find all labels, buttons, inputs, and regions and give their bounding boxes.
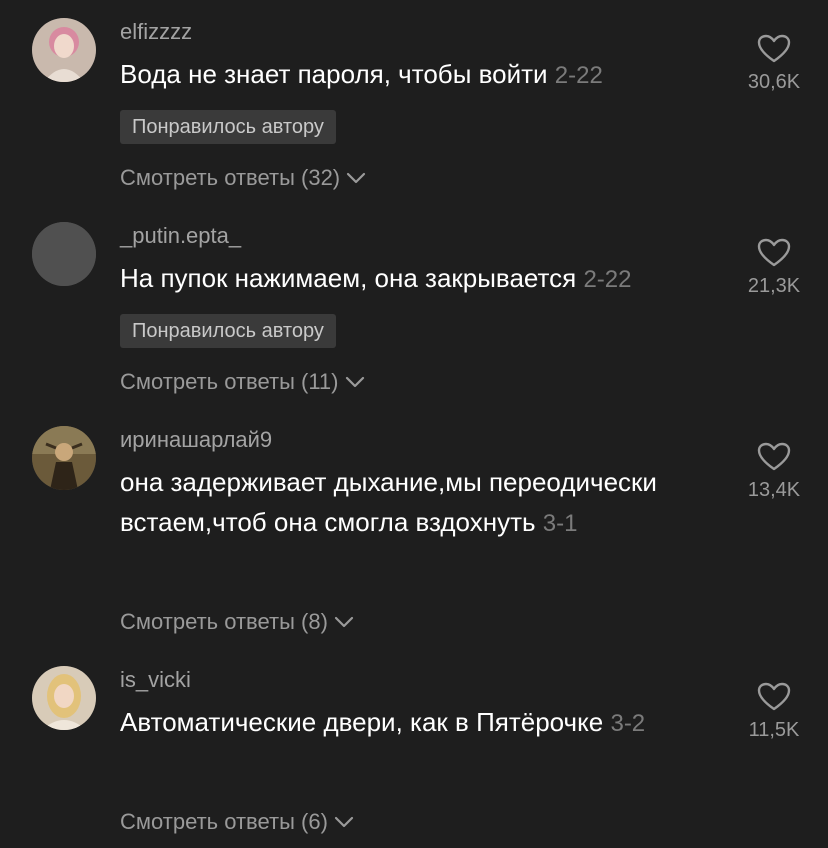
- avatar[interactable]: [32, 426, 96, 490]
- comment-text: Вода не знает пароля, чтобы войти 2-22: [120, 54, 720, 96]
- comment-body: На пупок нажимаем, она закрывается: [120, 263, 577, 293]
- like-button[interactable]: 21,3K: [738, 238, 810, 298]
- like-count: 21,3K: [747, 275, 801, 297]
- username[interactable]: is_vicki: [120, 666, 191, 694]
- heart-outline-icon: [738, 238, 810, 268]
- like-count: 11,5K: [748, 719, 800, 741]
- username[interactable]: elfizzzz: [120, 18, 192, 46]
- comment-text: она задерживает дыхание,мы переодически …: [120, 462, 680, 544]
- username[interactable]: иринашарлай9: [120, 426, 272, 454]
- avatar[interactable]: [32, 18, 96, 82]
- avatar[interactable]: [32, 222, 96, 286]
- chevron-down-icon: [346, 171, 366, 185]
- chevron-down-icon: [345, 375, 365, 389]
- comment-body: Автоматические двери, как в Пятёрочке: [120, 707, 604, 737]
- avatar[interactable]: [32, 666, 96, 730]
- chevron-down-icon: [334, 815, 354, 829]
- comment-date: 2-22: [583, 266, 632, 293]
- comment-date: 2-22: [554, 62, 603, 89]
- avatar-photo-icon: [32, 18, 96, 82]
- chevron-down-icon: [334, 615, 354, 629]
- heart-outline-icon: [738, 682, 810, 712]
- username[interactable]: _putin.epta_: [120, 222, 241, 250]
- like-button[interactable]: 13,4K: [738, 442, 810, 502]
- view-replies-label: Смотреть ответы (6): [120, 809, 328, 834]
- view-replies-button[interactable]: Смотреть ответы (32): [120, 164, 366, 192]
- like-count: 13,4K: [747, 479, 801, 501]
- heart-outline-icon: [738, 442, 810, 472]
- comment-date: 3-1: [542, 510, 578, 537]
- view-replies-label: Смотреть ответы (8): [120, 609, 328, 634]
- heart-outline-icon: [738, 34, 810, 64]
- comment-text: На пупок нажимаем, она закрывается 2-22: [120, 258, 720, 300]
- liked-by-author-badge: Понравилось автору: [120, 110, 336, 144]
- view-replies-label: Смотреть ответы (11): [120, 369, 339, 394]
- comment-date: 3-2: [610, 710, 646, 737]
- view-replies-button[interactable]: Смотреть ответы (6): [120, 808, 354, 836]
- like-count: 30,6K: [747, 71, 801, 93]
- liked-by-author-badge: Понравилось автору: [120, 314, 336, 348]
- like-button[interactable]: 11,5K: [738, 682, 810, 742]
- view-replies-label: Смотреть ответы (32): [120, 165, 341, 190]
- avatar-photo-icon: [32, 666, 96, 730]
- view-replies-button[interactable]: Смотреть ответы (11): [120, 368, 365, 396]
- view-replies-button[interactable]: Смотреть ответы (8): [120, 608, 354, 636]
- like-button[interactable]: 30,6K: [738, 34, 810, 94]
- avatar-artwork-icon: [32, 426, 96, 490]
- comment-body: Вода не знает пароля, чтобы войти: [120, 59, 548, 89]
- avatar-placeholder-icon: [32, 222, 96, 286]
- comment-text: Автоматические двери, как в Пятёрочке 3-…: [120, 702, 700, 744]
